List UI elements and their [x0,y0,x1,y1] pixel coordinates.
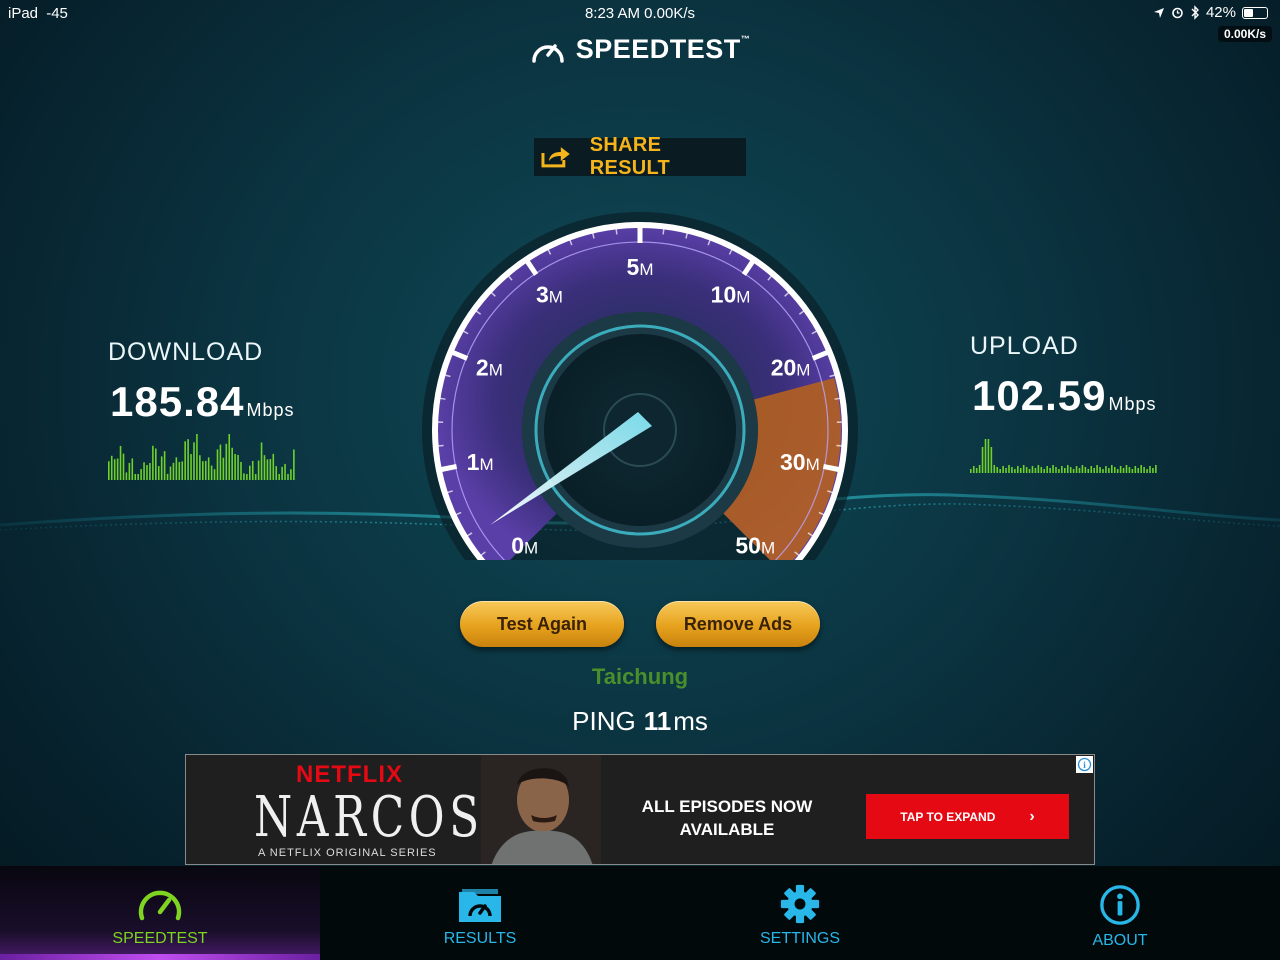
remove-ads-button[interactable]: Remove Ads [656,601,820,647]
chevron-right-icon: › [1029,807,1035,825]
gauge-tick [822,464,842,473]
upload-value: 102.59 Mbps [972,372,1156,420]
gauge-minor-tick [435,444,444,447]
graph-bar [984,439,987,473]
ad-banner[interactable]: NETFLIX NARCOS A NETFLIX ORIGINAL SERIES… [185,754,1095,865]
ad-title: NARCOS [254,785,484,850]
alarm-icon [1172,7,1183,19]
server-location: Taichung [591,664,689,689]
info-circle-icon: i [1077,757,1092,772]
battery-percent: 42% [1205,4,1236,21]
ping-unit: ms [673,706,708,736]
tab-speedtest[interactable]: SPEEDTEST [0,866,320,960]
ping-value: 11 [643,706,672,736]
app-title: SPEEDTEST™ [576,34,751,65]
share-result-button[interactable]: SHARE RESULT [534,134,746,179]
gauge-minor-tick [836,444,845,447]
gauge-minor-tick [615,226,618,235]
tab-settings-label: SETTINGS [759,930,840,947]
tab-bar: SPEEDTEST RESULTS SETTINGS ABOUT [0,866,1280,960]
upload-unit: Mbps [1108,394,1157,414]
trademark: ™ [740,34,751,44]
share-result-label: SHARE RESULT [589,134,671,179]
share-icon [541,147,570,168]
ad-subtitle: A NETFLIX ORIGINAL SERIES [258,847,437,859]
speed-gauge: 0M1M2M3M5M10M20M30M50M [422,212,858,560]
folder-gauge-icon [459,889,501,922]
download-unit: Mbps [246,400,295,420]
ping-readout: PING 11ms [0,706,1280,737]
clock: 8:23 AM 0.00K/s [584,5,696,22]
ad-message: ALL EPISODES NOW AVAILABLE [622,795,832,841]
svg-text:i: i [1083,760,1086,770]
app-header: SPEEDTEST™ [0,34,1280,65]
speedometer-logo-icon [531,43,564,63]
bluetooth-icon [1191,5,1199,20]
test-again-button[interactable]: Test Again [460,601,624,647]
speedometer-icon [138,890,182,921]
info-icon [1100,885,1140,925]
ad-message-line1: ALL EPISODES NOW [641,797,813,816]
gauge-minor-tick [662,226,665,235]
tab-results[interactable]: RESULTS [320,866,640,960]
ad-tap-to-expand-button[interactable]: TAP TO EXPAND › [866,794,1069,839]
battery-icon [1242,6,1268,19]
status-icons: 42% [1153,4,1268,21]
tab-about[interactable]: ABOUT [960,866,1280,960]
location-arrow-icon [1153,7,1164,18]
upload-graph [970,439,1157,473]
battery-fill [1244,8,1253,17]
graph-bar [987,439,990,473]
ping-label: PING [572,706,636,736]
gauge-tick [438,464,458,473]
ad-portrait-image [481,755,601,864]
download-value: 185.84 Mbps [110,378,294,426]
download-label: DOWNLOAD [108,338,264,366]
tab-settings[interactable]: SETTINGS [640,866,960,960]
app-title-text: SPEEDTEST [575,34,741,64]
tab-about-label: ABOUT [1092,932,1148,949]
tab-speedtest-label: SPEEDTEST [112,930,208,947]
status-bar: iPad -45 8:23 AM 0.00K/s 42% 0.00K/s [0,0,1280,42]
tab-results-label: RESULTS [443,930,517,947]
upload-number: 102.59 [972,372,1107,419]
ad-info-icon[interactable]: i [1076,756,1093,773]
download-number: 185.84 [110,378,245,425]
ad-cta-label: TAP TO EXPAND [900,809,996,824]
ad-message-line2: AVAILABLE [679,820,775,839]
upload-label: UPLOAD [970,332,1079,360]
gear-icon [780,884,820,924]
